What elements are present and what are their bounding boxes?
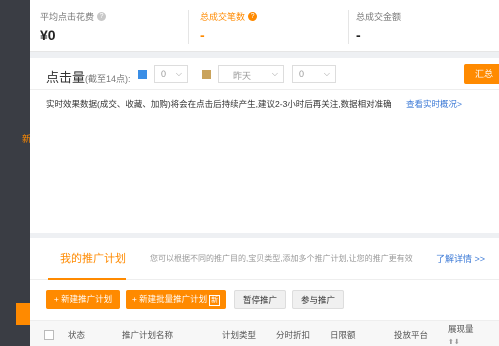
column-header: 状态 bbox=[68, 330, 86, 340]
help-icon[interactable]: ? bbox=[248, 12, 258, 21]
clicks-panel: 点击量(截至14点): 0 ⌵ 昨天 ⌵ 0 ⌵ 汇总 实时效果数据(成交、收藏… bbox=[30, 58, 499, 233]
chevron-down-icon: ⌵ bbox=[271, 69, 278, 78]
clicks-header: 点击量(截至14点): 0 ⌵ 昨天 ⌵ 0 ⌵ 汇总 bbox=[30, 58, 499, 90]
clicks-subtitle: (截至14点): bbox=[85, 74, 131, 84]
series-b-dropdown[interactable]: 0 ⌵ bbox=[292, 65, 336, 83]
chevron-down-icon: ⌵ bbox=[323, 69, 330, 78]
chevron-down-icon: ⌵ bbox=[175, 69, 182, 78]
series-a-value: 0 bbox=[161, 69, 167, 79]
learn-more-link[interactable]: 了解详情 >> bbox=[436, 252, 485, 265]
stat-label: 平均点击花费 bbox=[40, 12, 95, 22]
stat-label: 总成交金额 bbox=[356, 12, 402, 22]
series-b-period-dropdown[interactable]: 昨天 ⌵ bbox=[218, 65, 284, 83]
stat-value: ¥0 bbox=[40, 27, 56, 43]
stat-avg-click-cost: 平均点击花费? ¥0 bbox=[40, 10, 107, 43]
series-a-legend-swatch bbox=[138, 70, 147, 79]
divider bbox=[348, 10, 349, 44]
new-plan-button[interactable]: + 新建推广计划 bbox=[46, 290, 120, 309]
plans-description: 您可以根据不同的推广目的,宝贝类型,添加多个推广计划,让您的推广更有效 bbox=[150, 254, 413, 263]
divider bbox=[188, 10, 189, 44]
column-header: 日限额 bbox=[330, 330, 356, 340]
pause-button[interactable]: 暂停推广 bbox=[234, 290, 286, 309]
series-a-dropdown[interactable]: 0 ⌵ bbox=[154, 65, 188, 83]
stat-value: - bbox=[200, 27, 205, 43]
new-batch-plan-button[interactable]: + 新建批量推广计划新 bbox=[126, 290, 226, 309]
column-header: 分时折扣 bbox=[276, 330, 311, 340]
plans-table-header: 状态 推广计划名称 计划类型 分时折扣 日限额 投放平台 展现量 ⬆⬇ bbox=[30, 320, 499, 346]
view-realtime-link[interactable]: 查看实时概况> bbox=[406, 98, 462, 110]
realtime-notice: 实时效果数据(成交、收藏、加购)将会在点击后持续产生,建议2-3小时后再关注,数… bbox=[46, 99, 392, 109]
plans-tabbar: 我的推广计划 您可以根据不同的推广目的,宝贝类型,添加多个推广计划,让您的推广更… bbox=[30, 238, 499, 280]
join-button[interactable]: 参与推广 bbox=[292, 290, 344, 309]
tab-my-plans[interactable]: 我的推广计划 bbox=[60, 250, 126, 266]
summary-button[interactable]: 汇总 bbox=[464, 64, 499, 84]
column-header: 推广计划名称 bbox=[122, 330, 174, 340]
stat-total-amount: 总成交金额 - bbox=[356, 10, 401, 43]
series-b-legend-swatch bbox=[202, 70, 211, 79]
clicks-title-text: 点击量 bbox=[46, 70, 86, 85]
column-header: 计划类型 bbox=[222, 330, 257, 340]
stats-bar: 平均点击花费? ¥0 总成交笔数? - 总成交金额 - bbox=[30, 0, 499, 52]
select-all-checkbox[interactable] bbox=[44, 330, 54, 340]
clicks-title: 点击量(截至14点): bbox=[46, 67, 131, 86]
help-icon[interactable]: ? bbox=[97, 12, 107, 21]
series-b-period: 昨天 bbox=[233, 71, 252, 81]
column-header[interactable]: 展现量 bbox=[448, 323, 474, 335]
series-b-value: 0 bbox=[299, 69, 305, 79]
new-badge: 新 bbox=[209, 295, 221, 306]
left-sidebar bbox=[0, 0, 30, 346]
sidebar-active-marker[interactable] bbox=[16, 303, 30, 325]
plans-panel: 我的推广计划 您可以根据不同的推广目的,宝贝类型,添加多个推广计划,让您的推广更… bbox=[30, 238, 499, 346]
sort-icon[interactable]: ⬆⬇ bbox=[448, 338, 460, 346]
stat-total-orders: 总成交笔数? - bbox=[200, 10, 258, 43]
new-plan-label: + 新建推广计划 bbox=[53, 294, 113, 304]
active-tab-underline bbox=[48, 278, 126, 280]
stat-value: - bbox=[356, 27, 361, 43]
new-batch-plan-label: + 新建批量推广计划 bbox=[131, 294, 208, 304]
column-header: 投放平台 bbox=[394, 330, 429, 340]
stat-label: 总成交笔数 bbox=[200, 12, 246, 22]
